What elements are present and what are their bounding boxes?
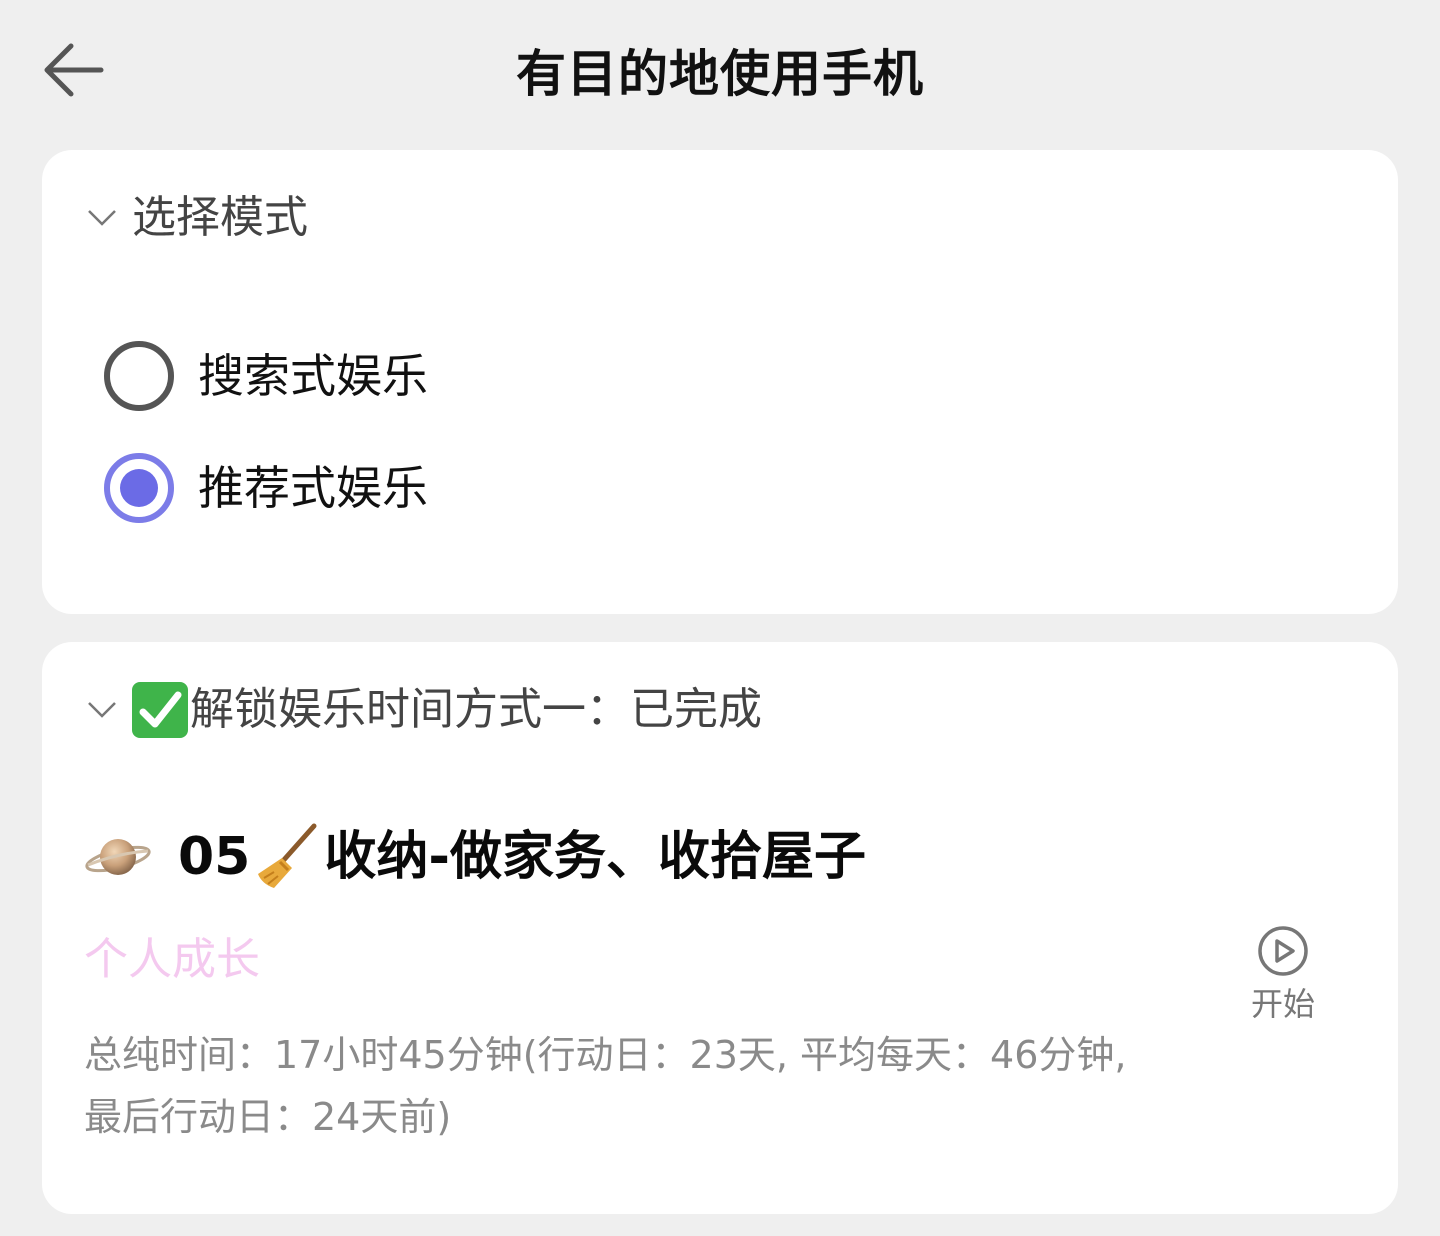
task-title: 05 收纳-做家务、收拾屋子 <box>178 822 866 892</box>
radio-button-unchecked[interactable] <box>104 341 174 411</box>
mode-section-title: 选择模式 <box>132 192 308 243</box>
task-category: 个人成长 <box>84 934 260 985</box>
task-stats: 总纯时间：17小时45分钟(行动日：23天, 平均每天：46分钟, 最后行动日：… <box>84 1024 1184 1148</box>
mode-section-header[interactable]: 选择模式 <box>84 188 308 248</box>
radio-button-checked[interactable] <box>104 453 174 523</box>
task-number: 05 <box>178 827 251 887</box>
ringed-planet-icon <box>85 839 151 875</box>
start-label: 开始 <box>1250 985 1315 1023</box>
task-name: 收纳-做家务、收拾屋子 <box>324 827 866 887</box>
play-circle-icon <box>1258 926 1308 976</box>
chevron-down-icon <box>84 692 120 728</box>
radio-option-search[interactable]: 搜索式娱乐 <box>104 341 428 411</box>
radio-option-recommend[interactable]: 推荐式娱乐 <box>104 453 428 523</box>
radio-dot <box>120 469 158 507</box>
chevron-down-icon <box>84 200 120 236</box>
page-title: 有目的地使用手机 <box>516 45 924 103</box>
mode-card: 选择模式 搜索式娱乐 推荐式娱乐 <box>42 150 1398 614</box>
unlock-section-header[interactable]: 解锁娱乐时间方式一：已完成 <box>84 680 762 740</box>
stats-line-2: 最后行动日：24天前) <box>84 1095 452 1139</box>
broom-icon <box>258 823 317 888</box>
check-mark-icon <box>132 682 188 738</box>
unlock-card: 解锁娱乐时间方式一：已完成 05 收纳-做家务、收拾屋子 个人成长 开始 总纯时… <box>42 642 1398 1214</box>
task-row[interactable]: 05 收纳-做家务、收拾屋子 <box>84 822 866 892</box>
stats-line-1: 总纯时间：17小时45分钟(行动日：23天, 平均每天：46分钟, <box>84 1033 1127 1077</box>
radio-label-recommend: 推荐式娱乐 <box>198 461 428 515</box>
header-bar: 有目的地使用手机 <box>0 0 1440 150</box>
start-button[interactable]: 开始 <box>1238 924 1328 1026</box>
radio-label-search: 搜索式娱乐 <box>198 349 428 403</box>
unlock-section-title: 解锁娱乐时间方式一：已完成 <box>190 684 762 735</box>
